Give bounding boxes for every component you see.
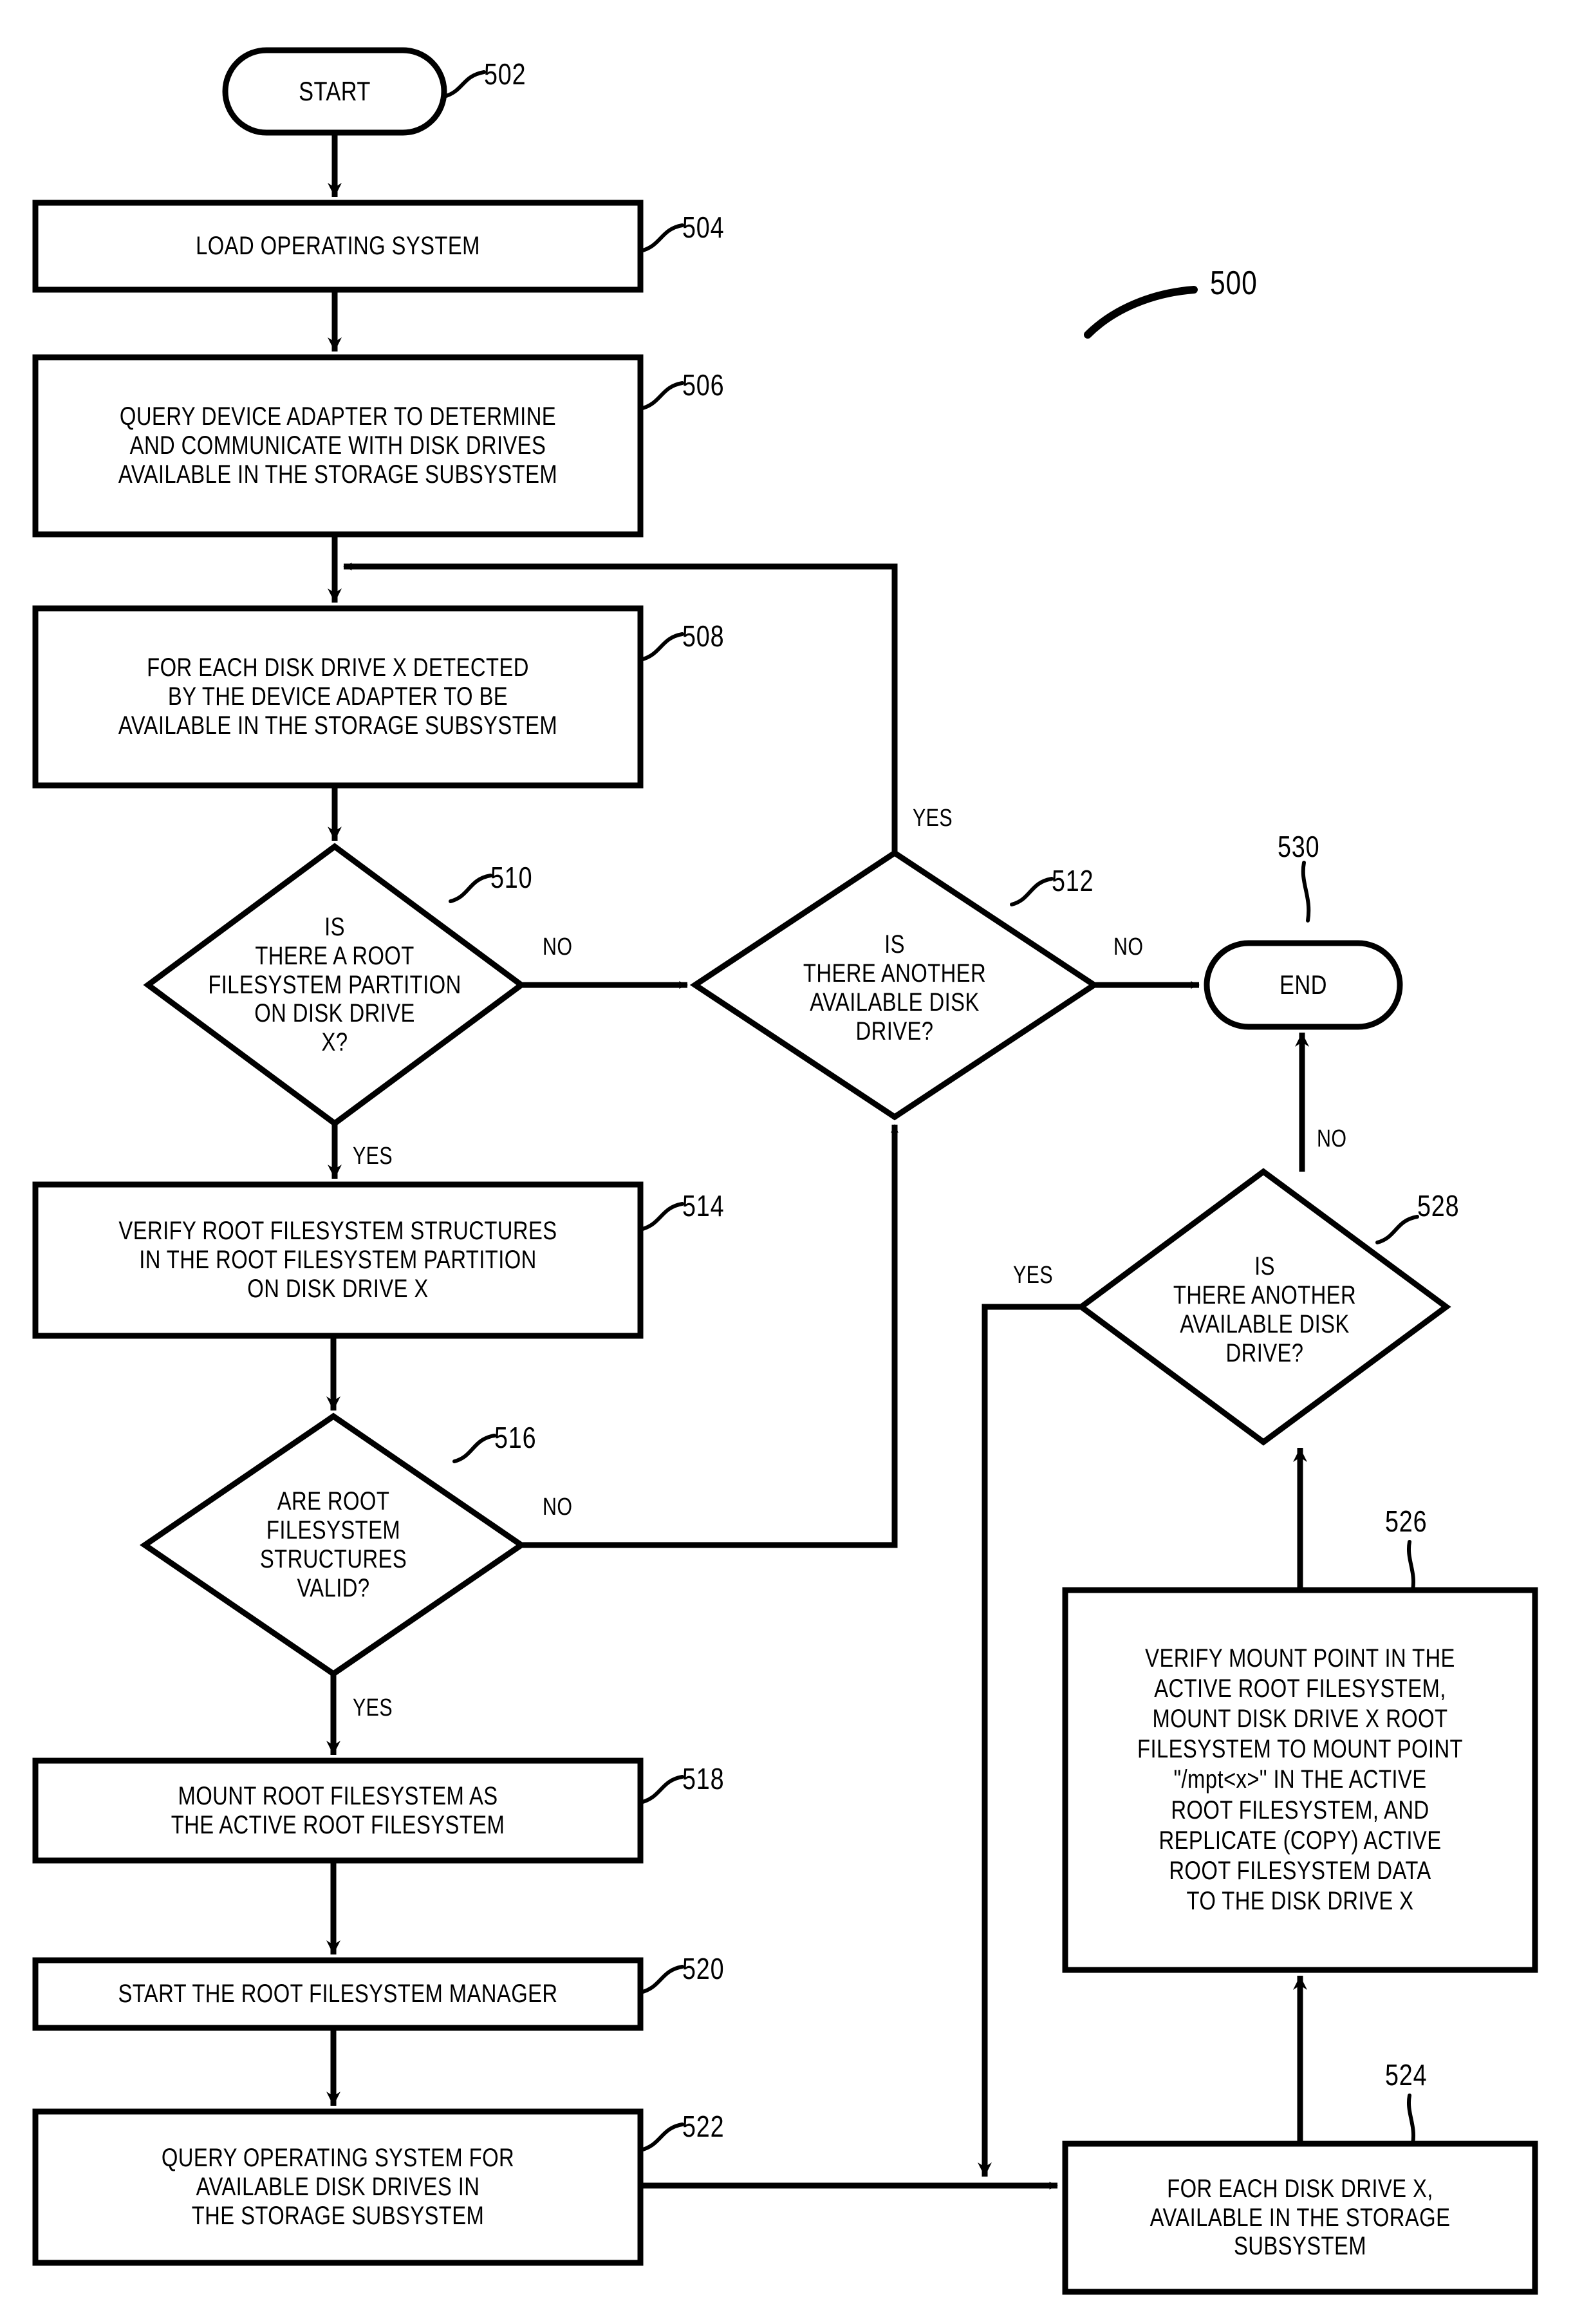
ref-numeral-508: 508	[682, 619, 725, 653]
node-shape-504	[32, 200, 644, 293]
ref-numeral-518: 518	[682, 1762, 725, 1795]
ref-numeral-530: 530	[1278, 830, 1320, 863]
edge-label-516-no: NO	[543, 1494, 573, 1521]
edge-label-512-yes: YES	[913, 805, 953, 832]
node-shape-520	[32, 1957, 644, 2031]
ref-numeral-520: 520	[682, 1952, 725, 1985]
edge-label-510-yes: YES	[353, 1143, 393, 1170]
node-shape-518	[32, 1757, 644, 1864]
edge-label-528-yes: YES	[1013, 1262, 1054, 1289]
flowchart-canvas	[32, 47, 1538, 2295]
patent-flowchart-figure: START LOAD OPERATING SYSTEM QUERY DEVICE…	[0, 0, 1573, 2324]
node-shape-512	[689, 849, 1100, 1121]
node-shape-510	[143, 843, 526, 1127]
node-shape-524	[1062, 2141, 1538, 2295]
node-shape-508	[32, 605, 644, 789]
ref-numeral-522: 522	[682, 2110, 725, 2143]
edge-label-528-no: NO	[1317, 1125, 1347, 1152]
ref-numeral-514: 514	[682, 1189, 725, 1223]
node-shape-530	[1204, 940, 1403, 1030]
ref-numeral-512: 512	[1052, 864, 1094, 897]
node-shape-506	[32, 354, 644, 538]
node-shape-514	[32, 1181, 644, 1339]
ref-numeral-528: 528	[1417, 1189, 1460, 1223]
ref-numeral-524: 524	[1385, 2058, 1428, 2092]
ref-numeral-506: 506	[682, 368, 725, 402]
edge-label-512-no: NO	[1113, 933, 1144, 961]
ref-numeral-516: 516	[494, 1421, 537, 1454]
node-shape-522	[32, 2108, 644, 2266]
ref-numeral-504: 504	[682, 211, 725, 244]
ref-numeral-502: 502	[484, 57, 526, 91]
figure-reference-500: 500	[1210, 265, 1258, 302]
node-shape-528	[1076, 1168, 1451, 1446]
ref-numeral-510: 510	[490, 861, 533, 894]
node-shape-526	[1062, 1587, 1538, 1973]
ref-numeral-526: 526	[1385, 1504, 1428, 1538]
figure-ref-pointer	[1084, 286, 1198, 339]
edge-label-510-no: NO	[543, 933, 573, 961]
edge-label-516-yes: YES	[353, 1694, 393, 1721]
node-shape-502	[222, 47, 447, 136]
